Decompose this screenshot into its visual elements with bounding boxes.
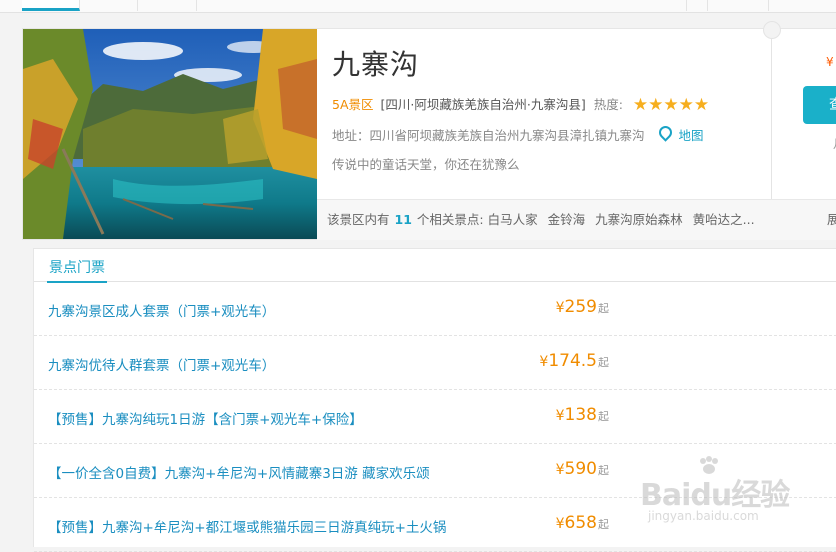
- ticket-row[interactable]: 【预售】九寨沟纯玩1日游【含门票+观光车+保险】 ¥138起: [34, 390, 836, 444]
- tab-2[interactable]: [80, 0, 138, 11]
- grade-badge: 5A景区: [332, 97, 374, 112]
- price-suffix: 起: [598, 356, 609, 369]
- ticket-price: ¥590起: [556, 459, 609, 479]
- card-notch: [763, 21, 781, 39]
- ticket-section-header: 景点门票: [34, 249, 836, 283]
- related-spots-bar: 该景区内有 11 个相关景点: 白马人家 金铃海 九寨沟原始森林 黄咍达之... 展: [317, 199, 836, 240]
- star-icon: ★: [648, 95, 664, 115]
- yen-sign: ¥: [555, 516, 565, 532]
- map-link[interactable]: 地图: [678, 128, 703, 143]
- attraction-photo[interactable]: [23, 29, 317, 239]
- tab-active[interactable]: [22, 0, 80, 11]
- map-pin-icon[interactable]: [655, 123, 675, 142]
- ticket-row[interactable]: 九寨沟景区成人套票（门票+观光车） ¥259起: [34, 282, 836, 336]
- ticket-price: ¥259起: [556, 297, 609, 317]
- price-value: 259: [564, 297, 597, 317]
- heat-stars: ★★★★★: [633, 95, 709, 115]
- related-suffix: 个相关景点:: [416, 212, 484, 227]
- price-value: 174.5: [548, 351, 597, 371]
- yen-sign: ¥: [555, 300, 565, 316]
- related-prefix: 该景区内有: [327, 212, 390, 227]
- heat-label: 热度:: [593, 97, 623, 112]
- star-icon: ★: [632, 95, 649, 115]
- attraction-card: 九寨沟 5A景区 [四川·阿坝藏族羌族自治州·九寨沟县] 热度: ★★★★★ 地…: [22, 21, 836, 240]
- related-spot-link[interactable]: 金铃海: [548, 212, 586, 227]
- price-value: 658: [564, 513, 597, 533]
- star-icon: ★: [663, 95, 679, 115]
- related-count: 11: [394, 212, 412, 227]
- ticket-row[interactable]: 九寨沟优待人群套票（门票+观光车） ¥174.5起: [34, 336, 836, 390]
- slogan-text: 传说中的童话天堂，你还在犹豫么: [332, 157, 520, 172]
- price-suffix: 起: [598, 464, 609, 477]
- card-divider: [771, 29, 772, 199]
- related-spot-link[interactable]: 九寨沟原始森林: [595, 212, 683, 227]
- ticket-name-link[interactable]: 九寨沟优待人群套票（门票+观光车）: [48, 354, 275, 374]
- attraction-meta: 5A景区 [四川·阿坝藏族羌族自治州·九寨沟县] 热度: ★★★★★: [332, 94, 709, 115]
- book-button[interactable]: 查: [803, 86, 836, 124]
- yen-sign: ¥: [555, 408, 565, 424]
- yen-sign: ¥: [555, 462, 565, 478]
- price-value: 138: [564, 405, 597, 425]
- address-text: 地址：四川省阿坝藏族羌族自治州九寨沟县漳扎镇九寨沟: [332, 128, 645, 143]
- price-suffix: 起: [598, 518, 609, 531]
- ticket-name-link[interactable]: 【一价全含0自费】九寨沟+牟尼沟+风情藏寨3日游 藏家欢乐颂: [48, 462, 430, 482]
- expand-related-button[interactable]: 展: [827, 200, 836, 240]
- baidu-watermark: Baidu经验 jingyan.baidu.com: [640, 456, 810, 528]
- ticket-name-link[interactable]: 九寨沟景区成人套票（门票+观光车）: [48, 300, 275, 320]
- attraction-info: 九寨沟 5A景区 [四川·阿坝藏族羌族自治州·九寨沟县] 热度: ★★★★★ 地…: [317, 29, 771, 199]
- ticket-price: ¥658起: [556, 513, 609, 533]
- price-value: 590: [564, 459, 597, 479]
- related-spot-link[interactable]: 白马人家: [488, 212, 538, 227]
- star-icon: ★: [678, 95, 694, 115]
- ticket-name-link[interactable]: 【预售】九寨沟+牟尼沟+都江堰或熊猫乐园三日游真纯玩+土火锅: [48, 516, 446, 536]
- price-peek: ¥: [826, 55, 834, 69]
- lake-landscape-image: [23, 29, 317, 239]
- price-suffix: 起: [598, 302, 609, 315]
- address-line: 地址：四川省阿坝藏族羌族自治州九寨沟县漳扎镇九寨沟 地图: [332, 123, 704, 144]
- ticket-price: ¥138起: [556, 405, 609, 425]
- attraction-title: 九寨沟: [332, 48, 420, 81]
- price-suffix: 起: [598, 410, 609, 423]
- tab-4[interactable]: [686, 0, 708, 11]
- watermark-url: jingyan.baidu.com: [648, 509, 759, 523]
- top-tab-bar: [0, 0, 836, 13]
- yen-sign: ¥: [539, 354, 549, 370]
- region-text: [四川·阿坝藏族羌族自治州·九寨沟县]: [380, 97, 586, 112]
- star-icon: ★: [693, 95, 710, 115]
- related-spot-link[interactable]: 黄咍达之...: [693, 212, 755, 227]
- ticket-name-link[interactable]: 【预售】九寨沟纯玩1日游【含门票+观光车+保险】: [48, 408, 363, 428]
- tab-tickets[interactable]: 景点门票: [47, 257, 107, 283]
- ticket-price: ¥174.5起: [539, 351, 609, 371]
- tab-3[interactable]: [138, 0, 197, 11]
- watermark-logo: Baidu经验: [640, 478, 790, 513]
- tab-5[interactable]: [728, 0, 769, 11]
